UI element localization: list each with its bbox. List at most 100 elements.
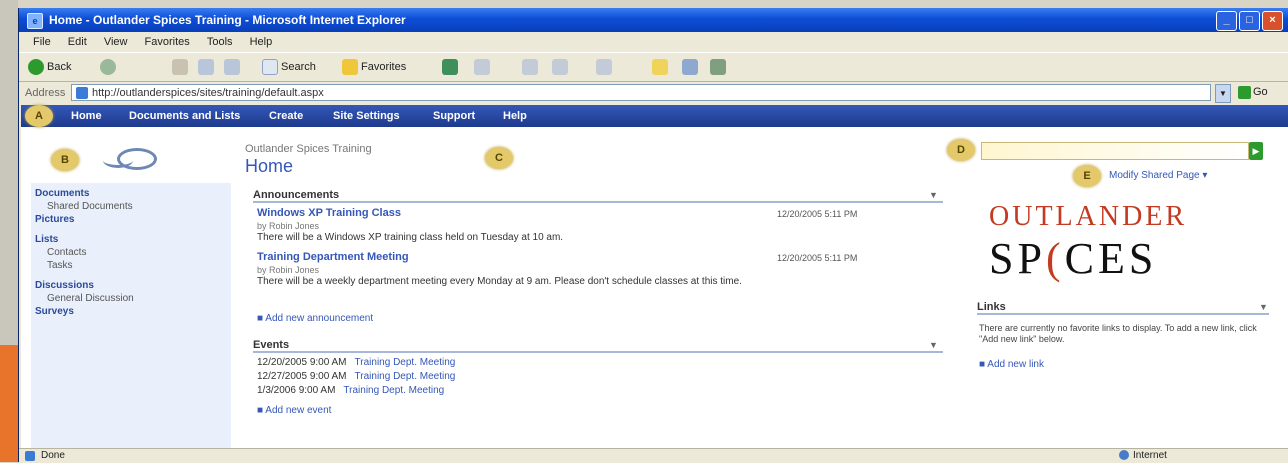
home-button[interactable] <box>221 57 246 77</box>
add-event-link[interactable]: ■ Add new event <box>257 405 331 416</box>
announcement-body: There will be a Windows XP training clas… <box>257 232 564 243</box>
print-button[interactable] <box>549 57 574 77</box>
search-input[interactable] <box>981 142 1249 160</box>
add-announcement-link[interactable]: ■ Add new announcement <box>257 313 373 324</box>
go-arrow-icon: ▶ <box>1252 146 1260 156</box>
title-bar[interactable]: e Home - Outlander Spices Training - Mic… <box>19 8 1288 32</box>
search-go-button[interactable]: ▶ <box>1249 142 1263 160</box>
forward-button[interactable] <box>97 57 122 77</box>
announcement-author: by Robin Jones <box>257 221 320 231</box>
edit-icon <box>596 59 612 76</box>
minimize-button[interactable]: _ <box>1216 11 1237 31</box>
add-link-link[interactable]: ■ Add new link <box>979 359 1044 370</box>
brand-logo-top: OUTLANDER <box>989 201 1188 232</box>
favorites-button[interactable]: Favorites <box>339 57 409 77</box>
back-button[interactable]: Back <box>25 57 74 77</box>
zone-label: Internet <box>1133 450 1167 461</box>
event-title[interactable]: Training Dept. Meeting <box>355 371 456 382</box>
page-status-icon <box>25 451 35 461</box>
nav-lists[interactable]: Lists <box>35 233 58 246</box>
address-input[interactable]: http://outlanderspices/sites/training/de… <box>71 84 1211 101</box>
edit-button[interactable] <box>593 57 618 77</box>
quick-launch: Documents Shared Documents Pictures List… <box>31 183 231 448</box>
stop-button[interactable] <box>169 57 194 77</box>
close-button[interactable]: × <box>1262 11 1283 31</box>
nav-help[interactable]: Help <box>503 105 527 127</box>
announcement-title[interactable]: Training Department Meeting <box>257 251 409 263</box>
discuss-button[interactable] <box>679 57 704 77</box>
nav-support[interactable]: Support <box>433 105 475 127</box>
nav-discussions[interactable]: Discussions <box>35 279 94 292</box>
menu-tools[interactable]: Tools <box>207 32 233 52</box>
brand-accent: ( <box>1045 234 1065 283</box>
add-announcement-label: Add new announcement <box>265 313 374 324</box>
logo-ring <box>117 148 157 170</box>
address-url: http://outlanderspices/sites/training/de… <box>92 87 324 99</box>
messenger-icon <box>710 59 726 76</box>
list-item: 12/27/2005 9:00 AM Training Dept. Meeting <box>257 371 455 382</box>
media-button[interactable] <box>439 57 464 77</box>
event-title[interactable]: Training Dept. Meeting <box>343 385 444 396</box>
menu-help[interactable]: Help <box>250 32 273 52</box>
brand-bottom-right: CES <box>1064 234 1158 283</box>
address-bar: Address http://outlanderspices/sites/tra… <box>19 81 1288 105</box>
menu-file[interactable]: File <box>33 32 51 52</box>
nav-home[interactable]: Home <box>71 105 102 127</box>
nav-surveys[interactable]: Surveys <box>35 305 74 318</box>
event-date: 12/20/2005 9:00 AM <box>257 357 347 368</box>
modify-shared-page-link[interactable]: Modify Shared Page ▾ <box>1109 170 1207 181</box>
event-date: 1/3/2006 9:00 AM <box>257 385 336 396</box>
nav-documents-and-lists[interactable]: Documents and Lists <box>129 105 240 127</box>
menu-edit[interactable]: Edit <box>68 32 87 52</box>
go-label: Go <box>1253 86 1268 98</box>
maximize-button[interactable]: □ <box>1239 11 1260 31</box>
messenger-button[interactable] <box>707 57 732 77</box>
refresh-button[interactable] <box>195 57 220 77</box>
brand-bottom-left: SP <box>989 234 1046 283</box>
folder-button[interactable] <box>649 57 674 77</box>
events-menu-arrow[interactable]: ▼ <box>929 340 938 350</box>
menu-favorites[interactable]: Favorites <box>145 32 190 52</box>
announcements-menu-arrow[interactable]: ▼ <box>929 190 938 200</box>
nav-general-discussion[interactable]: General Discussion <box>47 292 134 305</box>
nav-tasks[interactable]: Tasks <box>47 259 73 272</box>
security-zone: Internet <box>1119 449 1167 463</box>
links-menu-arrow[interactable]: ▼ <box>1259 302 1268 312</box>
page-title: Home <box>245 156 294 176</box>
back-label: Back <box>47 61 72 73</box>
nav-pictures[interactable]: Pictures <box>35 213 74 226</box>
folder-icon <box>652 59 668 76</box>
add-event-label: Add new event <box>265 405 332 416</box>
search-icon <box>262 59 278 76</box>
back-arrow-icon <box>28 59 44 76</box>
nav-shared-documents[interactable]: Shared Documents <box>47 200 133 213</box>
browser-window: e Home - Outlander Spices Training - Mic… <box>18 8 1288 463</box>
refresh-icon <box>198 59 214 76</box>
menu-view[interactable]: View <box>104 32 128 52</box>
event-title[interactable]: Training Dept. Meeting <box>355 357 456 368</box>
search-label: Search <box>281 61 316 73</box>
brand-logo-bottom: SP(CES <box>989 233 1157 284</box>
nav-documents[interactable]: Documents <box>35 187 89 200</box>
history-button[interactable] <box>471 57 496 77</box>
media-icon <box>442 59 458 76</box>
status-bar: Done Internet <box>19 448 1288 463</box>
nav-site-settings[interactable]: Site Settings <box>333 105 400 127</box>
list-item: 1/3/2006 9:00 AM Training Dept. Meeting <box>257 385 444 396</box>
window-controls: _ □ × <box>1216 11 1283 31</box>
announcements-title[interactable]: Announcements <box>253 189 943 203</box>
search-button[interactable]: Search <box>259 57 319 77</box>
nav-contacts[interactable]: Contacts <box>47 246 86 259</box>
print-icon <box>552 59 568 76</box>
address-dropdown[interactable]: ▼ <box>1215 84 1231 103</box>
links-title[interactable]: Links <box>977 301 1269 315</box>
event-date: 12/27/2005 9:00 AM <box>257 371 347 382</box>
events-title[interactable]: Events <box>253 339 943 353</box>
announcement-title[interactable]: Windows XP Training Class <box>257 207 401 219</box>
background-edge <box>0 0 18 345</box>
go-arrow-icon <box>1238 85 1251 99</box>
go-button[interactable]: Go <box>1235 84 1271 101</box>
callout-b: B <box>51 149 79 171</box>
mail-button[interactable] <box>519 57 544 77</box>
nav-create[interactable]: Create <box>269 105 303 127</box>
